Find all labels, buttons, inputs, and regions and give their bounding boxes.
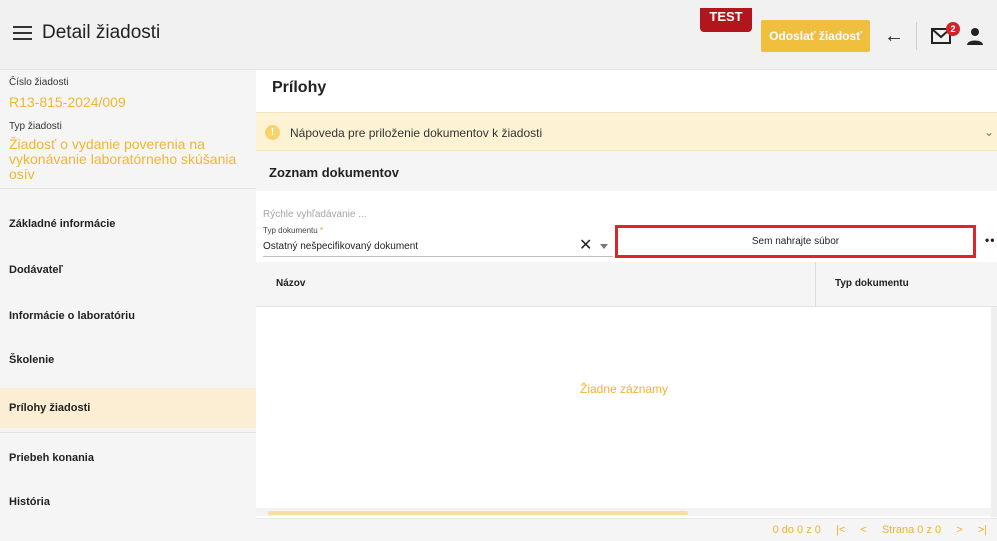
close-icon[interactable]: ✕	[579, 238, 592, 254]
hamburger-menu-icon[interactable]	[13, 26, 32, 40]
vertical-scrollbar[interactable]	[991, 307, 997, 517]
pagination-bar: 0 do 0 z 0 |< < Strana 0 z 0 > >|	[256, 518, 997, 541]
request-number-label: Číslo žiadosti	[9, 77, 69, 88]
document-type-underline	[263, 256, 613, 257]
required-marker: *	[319, 226, 324, 235]
sidebar-item-supplier[interactable]: Dodávateľ	[0, 250, 256, 290]
more-horizontal-icon[interactable]: ••	[985, 233, 995, 247]
horizontal-scrollbar-thumb[interactable]	[268, 511, 688, 515]
table-header: Názov Typ dokumentu	[256, 262, 997, 307]
empty-state-text: Žiadne záznamy	[580, 382, 669, 396]
previous-page-button[interactable]: <	[860, 524, 866, 536]
page-indicator: Strana 0 z 0	[881, 524, 942, 536]
chevron-down-icon[interactable]: ⌄	[984, 125, 994, 139]
column-header-document-type[interactable]: Typ dokumentu	[835, 278, 909, 289]
sidebar: Číslo žiadosti R13-815-2024/009 Typ žiad…	[0, 70, 256, 541]
sidebar-divider	[0, 432, 256, 433]
mail-count-badge: 2	[946, 22, 960, 36]
request-type-label: Typ žiadosti	[9, 121, 62, 132]
send-request-button[interactable]: Odoslať žiadosť	[761, 20, 870, 52]
request-number-value: R13-815-2024/009	[9, 94, 126, 110]
help-text: Nápoveda pre priloženie dokumentov k žia…	[290, 126, 543, 140]
sidebar-item-basic-info[interactable]: Základné informácie	[0, 204, 256, 244]
column-header-name[interactable]: Názov	[276, 278, 305, 289]
document-type-select[interactable]: Ostatný nešpecifikovaný dokument	[263, 241, 418, 252]
panel-title: Prílohy	[272, 79, 327, 96]
quick-search-input[interactable]	[263, 206, 563, 222]
header-divider	[916, 22, 917, 50]
environment-badge: TEST	[700, 8, 752, 32]
sidebar-item-laboratory[interactable]: Informácie o laboratóriu	[0, 296, 256, 336]
info-icon: !	[265, 125, 280, 140]
top-bar: Detail žiadosti TEST Odoslať žiadosť ← 2	[0, 0, 997, 70]
main-panel: Prílohy ! Nápoveda pre priloženie dokume…	[256, 70, 997, 541]
section-title: Zoznam dokumentov	[269, 165, 400, 180]
sidebar-item-proceedings[interactable]: Priebeh konania	[0, 438, 256, 478]
page-title: Detail žiadosti	[42, 22, 161, 43]
file-upload-dropzone[interactable]: Sem nahrajte súbor	[615, 225, 976, 258]
help-accordion[interactable]: ! Nápoveda pre priloženie dokumentov k ž…	[256, 112, 997, 151]
first-page-button[interactable]: |<	[836, 524, 845, 536]
sidebar-item-attachments[interactable]: Prílohy žiadosti	[0, 388, 256, 428]
user-icon[interactable]	[965, 26, 985, 46]
pagination-range: 0 do 0 z 0	[772, 524, 821, 536]
last-page-button[interactable]: >|	[978, 524, 987, 536]
request-type-value: Žiadosť o vydanie poverenia na vykonávan…	[9, 136, 237, 182]
chevron-down-icon[interactable]	[600, 244, 608, 249]
next-page-button[interactable]: >	[956, 524, 962, 536]
sidebar-divider	[0, 188, 256, 189]
sidebar-item-training[interactable]: Školenie	[0, 340, 256, 380]
sidebar-item-history[interactable]: História	[0, 482, 256, 522]
section-header: Zoznam dokumentov	[256, 151, 997, 191]
document-type-label: Typ dokumentu *	[263, 226, 323, 235]
arrow-left-icon[interactable]: ←	[882, 24, 906, 48]
document-type-label-text: Typ dokumentu	[263, 226, 318, 235]
pagination: 0 do 0 z 0 |< < Strana 0 z 0 > >|	[761, 524, 987, 536]
column-divider[interactable]	[815, 262, 816, 307]
